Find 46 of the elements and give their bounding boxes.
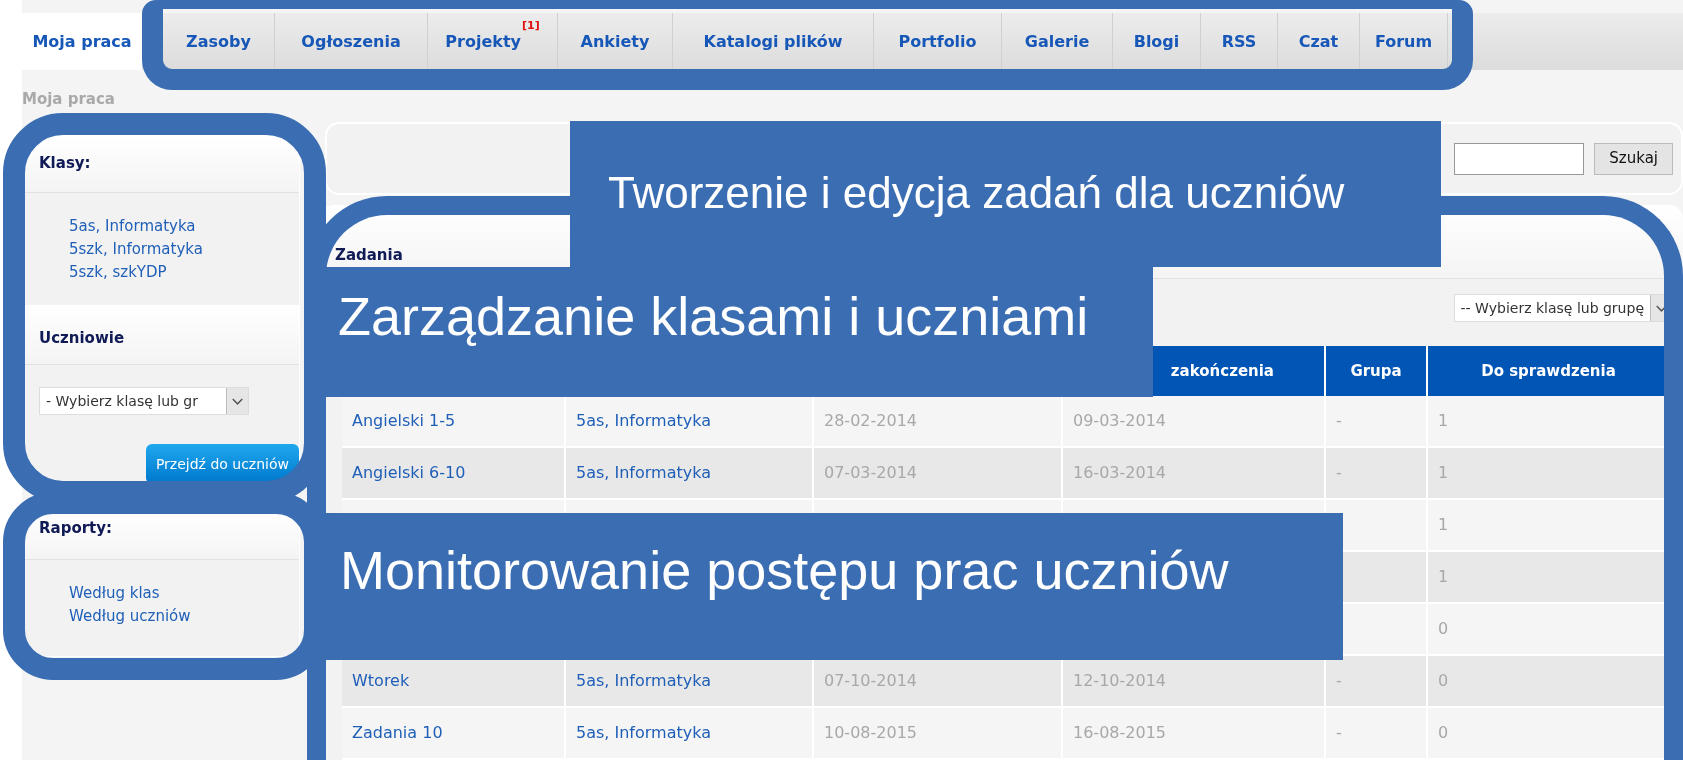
panel-heading: Uczniowie <box>23 305 299 365</box>
chevron-down-icon <box>226 388 248 414</box>
callout-label: Tworzenie i edycja zadań dla uczniów <box>570 121 1441 267</box>
task-link[interactable]: Angielski 6-10 <box>352 461 466 485</box>
table-cell-text: - <box>1336 722 1342 744</box>
table-cell-text: - <box>1336 462 1342 484</box>
table-cell-text: 1 <box>1438 514 1449 536</box>
class-link[interactable]: 5szk, szkYDP <box>69 260 299 284</box>
class-link[interactable]: 5szk, Informatyka <box>69 237 299 261</box>
task-link[interactable]: Zadania 10 <box>352 721 443 745</box>
table-cell-text: - <box>1336 670 1342 692</box>
task-link[interactable]: Wtorek <box>352 669 410 693</box>
class-link[interactable]: 5as, Informatyka <box>69 214 299 238</box>
table-cell-text: 0 <box>1438 618 1449 640</box>
class-select[interactable]: - Wybierz klasę lub gr <box>39 387 249 415</box>
search-button[interactable]: Szukaj <box>1594 142 1673 175</box>
breadcrumb: Moja praca <box>22 89 116 110</box>
table-cell-text: 09-03-2014 <box>1073 410 1166 432</box>
class-link[interactable]: 5as, Informatyka <box>576 461 711 485</box>
table-cell-text: 1 <box>1438 410 1449 432</box>
panel-heading: Klasy: <box>23 136 299 193</box>
go-to-students-button[interactable]: Przejdź do uczniów <box>145 444 299 484</box>
panel-heading: Zadania <box>335 246 403 264</box>
column-header: Grupa <box>1326 346 1428 396</box>
nav-tab[interactable]: Moja praca <box>22 13 142 70</box>
table-cell-text: 12-10-2014 <box>1073 670 1166 692</box>
panel-heading: Raporty: <box>23 513 299 560</box>
task-link[interactable]: Angielski 1-5 <box>352 409 456 433</box>
table-cell-text: 28-02-2014 <box>824 410 917 432</box>
notification-count: [1] <box>521 18 540 34</box>
table-cell-text: 1 <box>1438 566 1449 588</box>
table-cell-text: 16-08-2015 <box>1073 722 1166 744</box>
class-link[interactable]: 5as, Informatyka <box>576 409 711 433</box>
class-link[interactable]: 5as, Informatyka <box>576 669 711 693</box>
table-cell-text: - <box>1336 410 1342 432</box>
table-cell-text: 10-08-2015 <box>824 722 917 744</box>
report-link[interactable]: Według uczniów <box>69 605 299 628</box>
class-link[interactable]: 5as, Informatyka <box>576 721 711 745</box>
table-cell-text: 1 <box>1438 462 1449 484</box>
table-cell-text: 07-03-2014 <box>824 462 917 484</box>
report-link[interactable]: Według klas <box>69 582 299 605</box>
table-cell-text: 0 <box>1438 722 1449 744</box>
search-field[interactable] <box>1454 142 1585 175</box>
table-cell-text: 07-10-2014 <box>824 670 917 692</box>
table-cell-text: 16-03-2014 <box>1073 462 1166 484</box>
table-cell-text: 0 <box>1438 670 1449 692</box>
